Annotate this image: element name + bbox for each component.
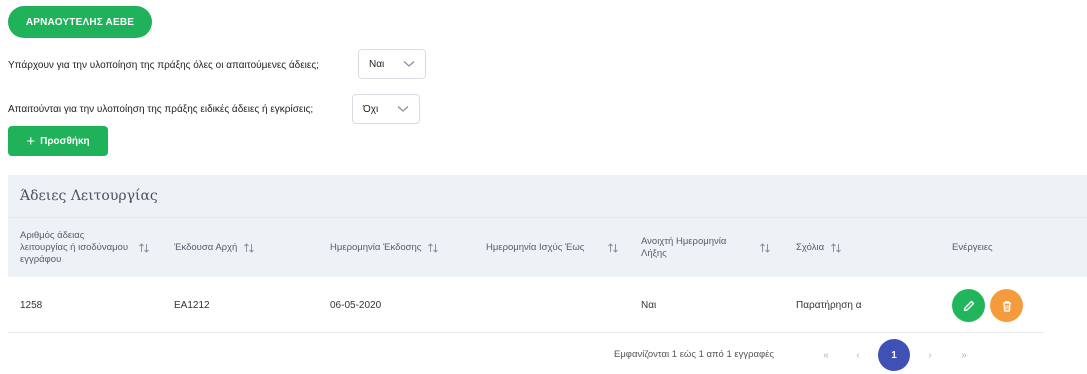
chevron-down-icon [403,61,415,67]
chevron-down-icon [397,106,409,112]
add-button-label: Προσθήκη [40,135,90,147]
col-actions-label: Ενέργειες [952,242,993,254]
plus-icon: + [26,132,36,150]
col-comments-label: Σχόλια [796,242,825,254]
licenses-panel: Άδειες Λειτουργίας Αριθμός άδειας λειτου… [8,175,1087,374]
cell-authority: EA1212 [174,299,210,311]
pagination-info: Εμφανίζονται 1 εώς 1 από 1 εγγραφές [614,349,774,360]
next-page-button[interactable]: › [916,341,944,369]
cell-issue-date: 06-05-2020 [330,299,382,311]
sort-icon [760,243,770,253]
col-valid-until-label: Ημερομηνία Ισχύς Έως [486,242,585,254]
cell-open-expiry: Ναι [641,299,657,311]
panel-title: Άδειες Λειτουργίας [8,175,1087,217]
sort-icon [428,243,439,253]
col-comments-header[interactable]: Σχόλια [796,218,916,278]
last-page-button[interactable]: » [950,341,978,369]
special-permits-select[interactable]: Όχι [352,94,420,124]
trash-icon [1002,300,1011,312]
col-valid-until-header[interactable]: Ημερομηνία Ισχύς Έως [486,218,626,278]
pagination: Εμφανίζονται 1 εώς 1 από 1 εγγραφές « ‹ … [8,337,1087,373]
col-authority-label: Έκδουσα Αρχή [174,242,238,254]
col-number-header[interactable]: Αριθμός άδειας λειτουργίας ή ισοδύναμου … [20,218,155,278]
sort-icon [831,243,841,253]
prev-page-button[interactable]: ‹ [844,341,872,369]
sort-icon [244,243,255,253]
page-1-button[interactable]: 1 [878,339,910,371]
col-authority-header[interactable]: Έκδουσα Αρχή [174,218,294,278]
cell-comments: Παρατήρηση α [796,299,862,311]
company-button[interactable]: ΑΡΝΑΟΥΤΕΛΗΣ ΑΕΒΕ [8,6,152,38]
question-permits-label: Υπάρχουν για την υλοποίηση της πράξης όλ… [8,60,319,71]
special-permits-select-value: Όχι [363,103,379,115]
permits-select-value: Ναι [369,58,385,70]
add-button[interactable]: + Προσθήκη [8,126,108,156]
pencil-icon [963,300,974,311]
col-open-expiry-label: Ανοιχτή Ημερομηνία Λήξης [641,236,727,259]
cell-number: 1258 [20,299,43,311]
sort-icon [608,243,618,253]
delete-button[interactable] [990,289,1023,322]
sort-icon [139,243,149,253]
col-open-expiry-header[interactable]: Ανοιχτή Ημερομηνία Λήξης [641,218,781,278]
col-number-label: Αριθμός άδειας λειτουργίας ή ισοδύναμου … [20,230,129,265]
col-actions-header: Ενέργειες [952,218,1032,278]
table-row: 1258 EA1212 06-05-2020 Ναι Παρατήρηση α [8,277,1044,333]
table-header: Αριθμός άδειας λειτουργίας ή ισοδύναμου … [8,217,1087,277]
first-page-button[interactable]: « [812,341,840,369]
question-special-permits-label: Απαιτούνται για την υλοποίηση της πράξης… [8,104,314,115]
permits-select[interactable]: Ναι [358,49,426,79]
col-issue-date-label: Ημερομηνία Έκδοσης [330,242,422,254]
edit-button[interactable] [952,289,985,322]
col-issue-date-header[interactable]: Ημερομηνία Έκδοσης [330,218,475,278]
